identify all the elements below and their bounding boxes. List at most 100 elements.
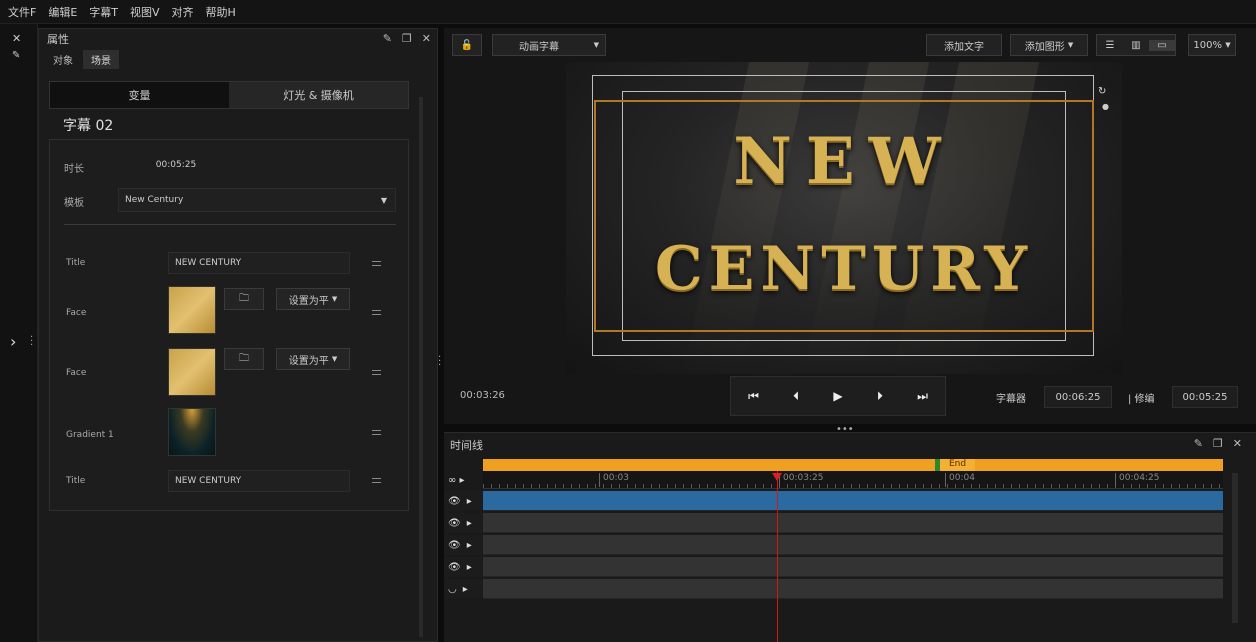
title-text-field[interactable]: NEW CENTURY <box>168 470 350 492</box>
mode-value: 动画字幕 <box>519 41 559 53</box>
eye-icon[interactable]: 👁 <box>448 518 461 529</box>
zoom-select[interactable]: 100% ▼ <box>1188 34 1236 56</box>
timeline-track[interactable] <box>483 579 1223 599</box>
work-area-bar[interactable] <box>483 459 1223 471</box>
title-text-field[interactable]: NEW CENTURY <box>168 252 350 274</box>
add-shape-button[interactable]: 添加图形 ▼ <box>1010 34 1088 56</box>
link-icon[interactable]: ∞ ▸ <box>448 475 465 486</box>
ruler-tick-label: 00:03 <box>599 473 629 487</box>
timeline-track[interactable] <box>483 557 1223 577</box>
step-back-icon[interactable]: ⏴ <box>793 389 799 404</box>
expand-panel-icon[interactable]: › <box>10 332 16 351</box>
trim-label: | 修编 <box>1128 394 1155 405</box>
dropdown-arrow-icon: ▼ <box>593 41 599 49</box>
end-marker-flag <box>935 459 940 471</box>
go-to-end-icon[interactable]: ⏭ <box>917 389 928 404</box>
menu-icon[interactable] <box>372 478 381 483</box>
dropdown-arrow-icon: ▼ <box>1225 41 1231 49</box>
ruler-tick-label: 00:04 <box>945 473 975 487</box>
preview-title-line2: CENTURY <box>654 234 1034 304</box>
menu-help[interactable]: 帮助H <box>206 4 236 20</box>
menu-icon[interactable] <box>372 261 381 266</box>
row-label: Face <box>66 308 87 318</box>
preview-canvas[interactable]: NEW CENTURY <box>566 62 1122 374</box>
segment-control: 变量 灯光 & 摄像机 <box>49 81 409 109</box>
list-view-icon[interactable]: ☰ <box>1097 40 1123 51</box>
pin-icon[interactable]: ✎ <box>383 32 392 45</box>
track-controls: 👁 ▸ <box>444 535 482 555</box>
close-icon[interactable]: ✕ <box>422 32 431 45</box>
pin-icon[interactable]: ✎ <box>1194 437 1203 450</box>
trim-duration-field[interactable]: 00:05:25 <box>1172 386 1238 408</box>
expand-track-icon[interactable]: ▸ <box>467 518 472 529</box>
scrollbar[interactable] <box>419 97 423 637</box>
lock-icon[interactable]: 🔓 <box>452 34 482 56</box>
left-tool-strip: ✕ ✎ › · · · <box>0 24 38 642</box>
anchor-icon[interactable]: ● <box>1102 102 1109 111</box>
dropdown-arrow-icon: ▼ <box>1067 41 1074 49</box>
set-flat-button[interactable]: 设置为平 ▼ <box>276 348 350 370</box>
current-time: 00:03:26 <box>460 390 505 401</box>
go-to-start-icon[interactable]: ⏮ <box>748 389 759 404</box>
segment-lights-camera[interactable]: 灯光 & 摄像机 <box>229 82 408 108</box>
expand-track-icon[interactable]: ▸ <box>463 584 468 595</box>
timeline-title: 时间线 <box>450 439 483 452</box>
menu-bar: 文件F 编辑E 字幕T 视图V 对齐 帮助H <box>0 0 1256 24</box>
expand-track-icon[interactable]: ▸ <box>467 562 472 573</box>
scrollbar[interactable] <box>1232 473 1238 623</box>
step-forward-icon[interactable]: ⏵ <box>877 389 883 404</box>
time-ruler[interactable]: 00:03 00:03:25 00:04 00:04:25 <box>483 471 1223 489</box>
playhead[interactable] <box>777 471 778 642</box>
tab-object[interactable]: 对象 <box>45 50 81 69</box>
timeline-track[interactable] <box>483 535 1223 555</box>
set-flat-button[interactable]: 设置为平 ▼ <box>276 288 350 310</box>
drag-handle-icon[interactable]: · · · <box>30 333 33 351</box>
menu-icon[interactable] <box>372 370 381 375</box>
eye-icon[interactable]: 👁 <box>448 540 461 551</box>
end-marker[interactable]: End <box>935 459 975 471</box>
timeline-track[interactable] <box>483 513 1223 533</box>
mode-select[interactable]: 动画字幕 ▼ <box>492 34 606 56</box>
undock-icon[interactable]: ❐ <box>1213 437 1223 450</box>
folder-icon[interactable]: 🗀 <box>224 288 264 310</box>
grid-view-icon[interactable]: ▥ <box>1123 40 1149 51</box>
template-select[interactable]: New Century ▼ <box>118 188 396 212</box>
face-texture-swatch[interactable] <box>168 286 216 334</box>
drag-handle-icon[interactable]: · · · <box>438 353 441 371</box>
tab-scene[interactable]: 场景 <box>83 50 119 69</box>
gradient-swatch[interactable] <box>168 408 216 456</box>
segment-variables[interactable]: 变量 <box>50 82 229 108</box>
menu-align[interactable]: 对齐 <box>172 4 194 20</box>
pin-icon[interactable]: ✎ <box>12 50 20 61</box>
close-icon[interactable]: ✕ <box>1233 437 1242 450</box>
face-texture-swatch[interactable] <box>168 348 216 396</box>
expand-track-icon[interactable]: ▸ <box>467 540 472 551</box>
duration-field[interactable]: 00:05:25 <box>118 154 228 176</box>
eye-icon[interactable]: 👁 <box>448 562 461 573</box>
rotate-icon[interactable]: ↻ <box>1098 86 1106 97</box>
menu-caption[interactable]: 字幕T <box>89 4 118 20</box>
expand-track-icon[interactable]: ▸ <box>467 496 472 507</box>
eye-icon[interactable]: 👁 <box>448 496 461 507</box>
dropdown-arrow-icon: ▼ <box>331 295 338 303</box>
menu-edit[interactable]: 编辑E <box>48 4 77 20</box>
track-controls: 👁 ▸ <box>444 557 482 577</box>
add-text-button[interactable]: 添加文字 <box>926 34 1002 56</box>
menu-file[interactable]: 文件F <box>8 4 36 20</box>
duration-label: 时长 <box>64 164 84 175</box>
menu-icon[interactable] <box>372 430 381 435</box>
play-icon[interactable]: ▶ <box>833 389 842 403</box>
eye-closed-icon[interactable]: ◡ <box>448 584 457 595</box>
single-view-icon[interactable]: ▭ <box>1149 39 1175 51</box>
menu-icon[interactable] <box>372 310 381 315</box>
close-icon[interactable]: ✕ <box>12 32 21 45</box>
undock-icon[interactable]: ❐ <box>402 32 412 45</box>
playhead-handle[interactable] <box>772 473 782 481</box>
timeline-track[interactable] <box>483 491 1223 511</box>
dropdown-arrow-icon: ▼ <box>380 195 387 205</box>
folder-icon[interactable]: 🗀 <box>224 348 264 370</box>
row-label: Gradient 1 <box>66 430 114 440</box>
track-controls: ◡ ▸ <box>444 579 482 599</box>
menu-view[interactable]: 视图V <box>130 4 160 20</box>
caption-duration-field[interactable]: 00:06:25 <box>1044 386 1112 408</box>
